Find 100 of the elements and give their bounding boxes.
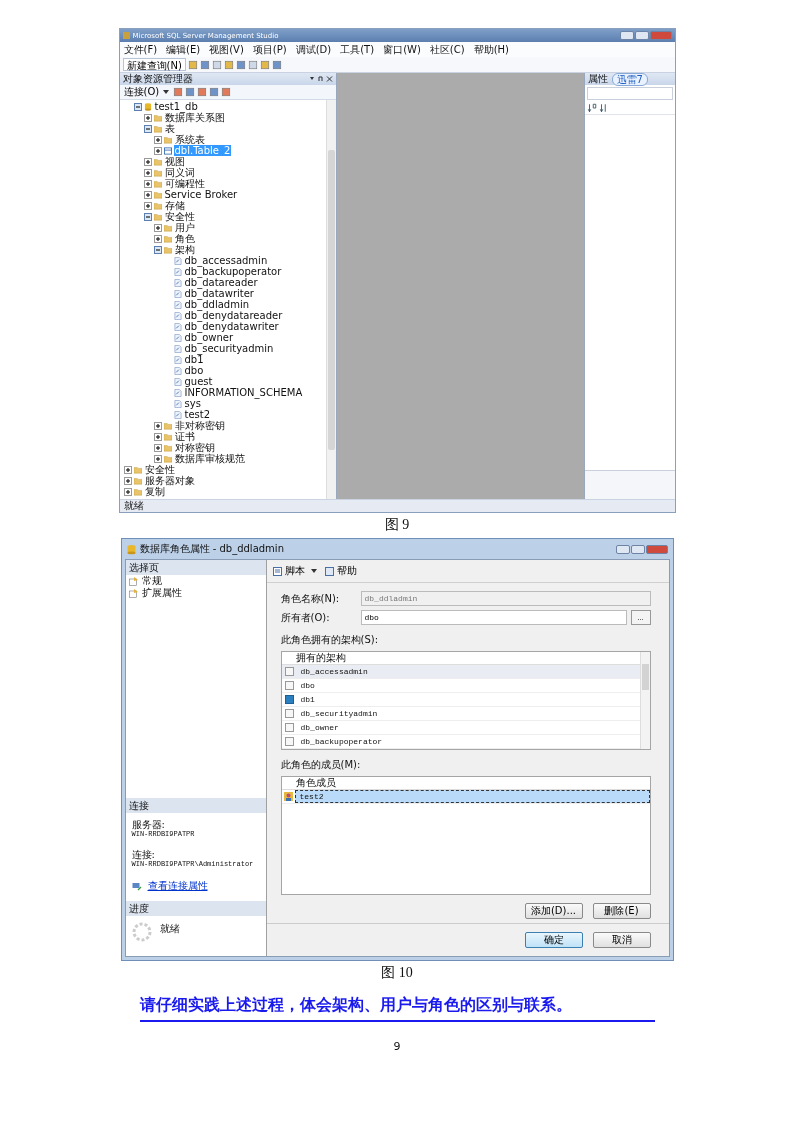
toolbar-icon[interactable] [185,87,196,97]
menu-item[interactable]: 窗口(W) [383,43,421,56]
toolbar-icon[interactable] [199,59,210,70]
tree-item[interactable]: test1_db [153,101,199,112]
toolbar-icon[interactable] [221,87,232,97]
expand-icon[interactable] [153,234,162,243]
toolbar-icon[interactable] [211,59,222,70]
menu-item[interactable]: 工具(T) [340,43,375,56]
expand-icon[interactable] [153,443,162,452]
menu-item[interactable]: 调试(D) [295,43,332,56]
tree-item[interactable]: 同义词 [163,167,196,178]
schema-name[interactable]: db_securityadmin [296,709,378,718]
schema-name[interactable]: db_backupoperator [296,737,383,746]
scrollbar[interactable] [325,100,336,499]
menu-item[interactable]: 视图(V) [209,43,244,56]
help-button[interactable]: 帮助 [322,563,359,579]
menu-item[interactable]: 编辑(E) [166,43,201,56]
scrollbar[interactable] [639,652,650,749]
expand-icon[interactable] [143,168,152,177]
remove-button[interactable]: 删除(E) [592,903,651,919]
tree-item[interactable]: 数据库关系图 [163,112,226,123]
schema-name[interactable]: db1 [296,695,315,704]
view-connection-link[interactable]: 查看连接属性 [147,879,208,893]
expand-icon[interactable] [153,421,162,430]
maximize-button[interactable] [634,31,649,40]
expand-icon[interactable] [153,135,162,144]
expand-icon[interactable] [153,432,162,441]
tree-item[interactable]: 系统表 [173,134,206,145]
tree-item[interactable]: 非对称密钥 [173,420,226,431]
toolbar-icon[interactable] [223,59,234,70]
toolbar-icon[interactable] [173,87,184,97]
minimize-button[interactable] [619,31,634,40]
tree-item[interactable]: 存储 [163,200,186,211]
menu-item[interactable]: 帮助(H) [473,43,509,56]
tree-item[interactable]: 安全性 [143,464,176,475]
tree-item[interactable]: 用户 [173,222,196,233]
expand-icon[interactable] [153,223,162,232]
tree-item[interactable]: dbo [183,365,205,376]
tree-item[interactable]: db_ddladmin [183,299,250,310]
expand-icon[interactable] [143,201,152,210]
expand-icon[interactable] [143,179,152,188]
tree-item[interactable]: db_datareader [183,277,259,288]
page-item[interactable]: 扩展属性 [141,587,182,599]
tree-item[interactable]: 表 [163,123,176,134]
menu-item[interactable]: 项目(P) [252,43,287,56]
expand-icon[interactable] [123,476,132,485]
collapse-icon[interactable] [153,245,162,254]
sort-icon[interactable] [598,103,609,113]
expand-icon[interactable] [123,465,132,474]
ok-button[interactable]: 确定 [524,932,583,948]
checkbox[interactable] [284,667,294,676]
script-button[interactable]: 脚本 [270,563,319,579]
sort-icon[interactable] [586,103,597,113]
tree-item[interactable]: 数据库审核规范 [173,453,246,464]
tree-item[interactable]: guest [183,376,214,387]
expand-icon[interactable] [143,113,152,122]
tree-item[interactable]: 视图 [163,156,186,167]
tree-item[interactable]: Service Broker [163,189,239,200]
toolbar-icon[interactable] [187,59,198,70]
tree-item[interactable]: db_datawriter [183,288,255,299]
tree-item[interactable]: 对称密钥 [173,442,216,453]
menu-item[interactable]: 社区(C) [429,43,465,56]
tree-item[interactable]: db_denydatawriter [183,321,280,332]
expand-icon[interactable] [153,454,162,463]
cancel-button[interactable]: 取消 [592,932,651,948]
checkbox[interactable] [284,723,294,732]
tree-item[interactable]: test2 [183,409,212,420]
browse-button[interactable]: ... [630,610,651,625]
menu-item[interactable]: 文件(F) [123,43,158,56]
panel-controls-icon[interactable] [308,76,333,82]
page-item[interactable]: 常规 [141,575,162,587]
tree-item[interactable]: 复制 [143,486,166,497]
tree-item[interactable]: db_securityadmin [183,343,275,354]
tree-item[interactable]: sys [183,398,202,409]
tree-item[interactable]: 角色 [173,233,196,244]
expand-icon[interactable] [143,190,152,199]
toolbar-icon[interactable] [197,87,208,97]
toolbar-icon[interactable] [271,59,282,70]
new-query-button[interactable]: 新建查询(N) [122,58,186,71]
toolbar-icon[interactable] [247,59,258,70]
checkbox[interactable] [284,737,294,746]
tree-item[interactable]: 证书 [173,431,196,442]
checkbox[interactable] [284,709,294,718]
tree-item[interactable]: 可编程性 [163,178,206,189]
expand-icon[interactable] [153,146,162,155]
close-button[interactable] [645,544,668,554]
schema-name[interactable]: db_owner [296,723,339,732]
collapse-icon[interactable] [143,124,152,133]
collapse-icon[interactable] [143,212,152,221]
member-name[interactable]: test2 [294,790,650,803]
tree-item[interactable]: db_accessadmin [183,255,269,266]
toolbar-icon[interactable] [235,59,246,70]
maximize-button[interactable] [630,544,645,554]
collapse-icon[interactable] [133,102,142,111]
minimize-button[interactable] [615,544,630,554]
expand-icon[interactable] [143,157,152,166]
tree-item[interactable]: 安全性 [163,211,196,222]
checkbox[interactable] [284,695,294,704]
tree-item[interactable]: 服务器对象 [143,475,196,486]
tree-item[interactable]: db1 [183,354,205,365]
